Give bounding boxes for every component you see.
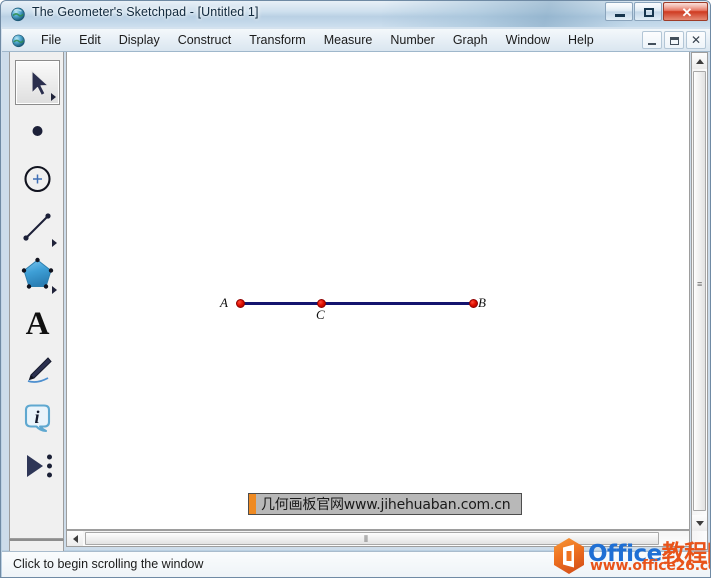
menu-item-window[interactable]: Window [497,29,559,52]
vertical-scrollbar-thumb[interactable]: ≡ [693,71,706,511]
pencil-marker-icon [27,357,52,383]
client-area: A i A C B 几何画板官网www.jihehuaban.com.cn ≡ … [2,52,710,577]
scroll-up-button[interactable] [692,53,707,69]
horizontal-scrollbar-grip: ⦀ [364,534,368,544]
menu-item-display[interactable]: Display [110,29,169,52]
tool-flyout-arrow-icon[interactable] [52,286,57,294]
polygon-tool[interactable] [15,252,60,297]
play-triangle-dots-icon [27,454,52,478]
maximize-button[interactable] [634,2,662,21]
point-a-label[interactable]: A [220,295,228,311]
office-logo-url: www.office26.com [590,558,710,574]
menu-item-transform[interactable]: Transform [240,29,315,52]
menu-item-help[interactable]: Help [559,29,603,52]
minimize-button[interactable] [605,2,633,21]
maximize-icon [644,8,654,17]
marker-tool[interactable] [15,348,60,393]
office-hexagon-icon [552,537,586,575]
button-gloss [606,3,632,11]
window-title: The Geometer's Sketchpad - [Untitled 1] [32,5,259,19]
mdi-close-button[interactable]: ✕ [686,31,706,49]
tool-flyout-arrow-icon[interactable] [51,93,56,101]
menu-item-number[interactable]: Number [381,29,443,52]
info-balloon-icon: i [24,404,51,433]
canvas-watermark-textbox[interactable]: 几何画板官网www.jihehuaban.com.cn [248,493,522,515]
office-tutorial-watermark: Office教程网 www.office26.com [550,532,710,577]
status-message: Click to begin scrolling the window [13,557,204,571]
title-bar: The Geometer's Sketchpad - [Untitled 1] … [1,1,710,27]
point-c-label[interactable]: C [316,307,325,323]
information-tool[interactable]: i [15,396,60,441]
mdi-restore-icon-bar [670,37,679,40]
watermark-text: 几何画板官网www.jihehuaban.com.cn [261,497,511,513]
point-dot-icon [32,126,43,136]
tool-palette: A i [9,52,64,539]
menu-item-measure[interactable]: Measure [315,29,382,52]
menu-item-construct[interactable]: Construct [169,29,241,52]
text-tool[interactable]: A [15,300,60,345]
mdi-window-controls: ✕ [642,31,706,49]
vertical-scrollbar-grip: ≡ [697,279,703,289]
scroll-down-arrow-icon [695,520,704,526]
sketchpad-globe-icon [10,6,26,22]
vertical-scrollbar[interactable]: ≡ [691,52,708,550]
close-icon: ✕ [681,5,693,20]
straightedge-tool[interactable] [15,205,60,250]
menu-item-edit[interactable]: Edit [70,29,110,52]
point-tool[interactable] [15,109,60,154]
scroll-left-arrow-icon [72,534,78,543]
arrow-select-tool[interactable] [15,60,60,105]
application-window: The Geometer's Sketchpad - [Untitled 1] … [0,0,711,578]
svg-text:i: i [34,407,39,427]
point-a[interactable] [235,299,245,308]
svg-text:A: A [26,306,50,342]
scroll-up-arrow-icon [695,58,704,64]
letter-a-icon: A [26,306,50,342]
mdi-minimize-button[interactable] [642,31,662,49]
menu-item-file[interactable]: File [32,29,70,52]
point-b-label[interactable]: B [478,295,486,311]
menu-bar: File Edit Display Construct Transform Me… [2,29,710,52]
scroll-left-button[interactable] [67,531,83,546]
circle-compass-icon [24,165,51,193]
tool-flyout-arrow-icon[interactable] [52,239,57,247]
mdi-restore-button[interactable] [664,31,684,49]
custom-tool[interactable] [15,444,60,489]
menu-items: File Edit Display Construct Transform Me… [32,29,603,52]
minimize-icon [615,14,625,17]
segment-ab[interactable] [240,302,473,305]
mdi-close-icon: ✕ [690,33,702,47]
point-b[interactable] [468,299,478,308]
watermark-accent-bar [249,494,256,514]
window-controls: ✕ [605,2,708,21]
menu-item-graph[interactable]: Graph [444,29,497,52]
mdi-minimize-icon [648,43,656,45]
document-globe-icon[interactable] [11,33,26,48]
scroll-down-button[interactable] [692,515,707,531]
compass-circle-tool[interactable] [15,157,60,202]
close-button[interactable]: ✕ [663,2,708,21]
sketch-canvas[interactable]: A C B 几何画板官网www.jihehuaban.com.cn [66,52,690,530]
